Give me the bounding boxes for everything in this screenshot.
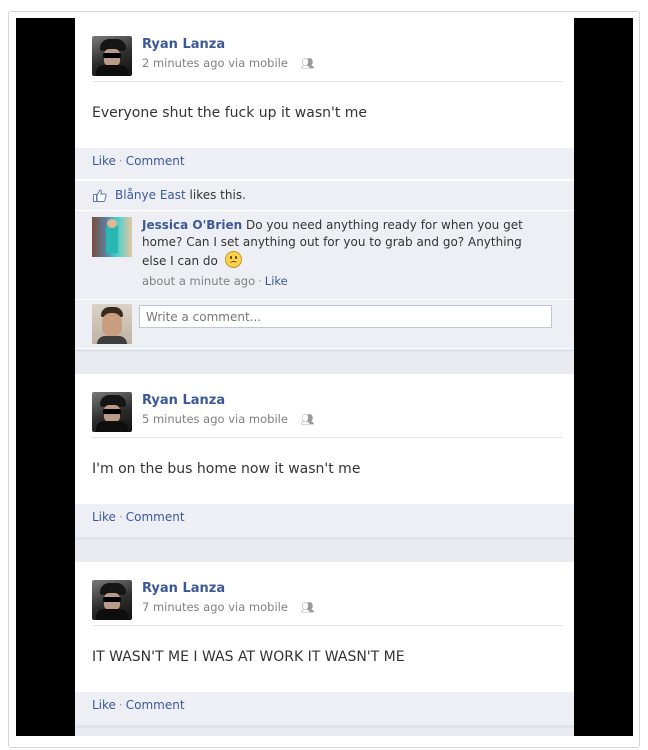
divider: [92, 625, 563, 626]
post-time-text[interactable]: 7 minutes ago via mobile: [142, 600, 288, 614]
post-message: IT WASN'T ME I WAS AT WORK IT WASN'T ME: [92, 649, 405, 665]
post-author[interactable]: Ryan Lanza: [142, 37, 225, 52]
post-actions: Like · Comment: [75, 692, 574, 725]
friends-icon: 👥︎: [300, 413, 315, 426]
post-timestamp: 5 minutes ago via mobile 👥︎: [142, 412, 315, 426]
post-author[interactable]: Ryan Lanza: [142, 581, 225, 596]
post-gap: [75, 728, 574, 736]
post-time-text[interactable]: 2 minutes ago via mobile: [142, 56, 288, 70]
likes-summary: Blånye East likes this.: [75, 180, 574, 210]
thumbs-up-icon: [93, 189, 107, 202]
comment-input[interactable]: Write a comment...: [139, 305, 552, 328]
comment-body: Jessica O'Brien Do you need anything rea…: [142, 217, 542, 270]
news-feed: Ryan Lanza 2 minutes ago via mobile 👥︎ E…: [75, 18, 574, 736]
like-link[interactable]: Like: [92, 698, 116, 712]
like-link[interactable]: Like: [92, 154, 116, 168]
write-comment-row: Write a comment...: [75, 299, 574, 348]
divider: [92, 81, 563, 82]
comment: Jessica O'Brien Do you need anything rea…: [75, 210, 574, 299]
post-author[interactable]: Ryan Lanza: [142, 393, 225, 408]
separator: ·: [118, 154, 123, 168]
comment-link[interactable]: Comment: [126, 698, 185, 712]
separator: ·: [118, 510, 123, 524]
post-time-text[interactable]: 5 minutes ago via mobile: [142, 412, 288, 426]
separator: ·: [258, 274, 262, 288]
left-black-border: [16, 18, 75, 736]
separator: ·: [118, 698, 123, 712]
post-timestamp: 7 minutes ago via mobile 👥︎: [142, 600, 315, 614]
comment-link[interactable]: Comment: [126, 510, 185, 524]
divider: [92, 437, 563, 438]
post-timestamp: 2 minutes ago via mobile 👥︎: [142, 56, 315, 70]
avatar[interactable]: [92, 580, 132, 620]
like-link[interactable]: Like: [92, 510, 116, 524]
post-actions: Like · Comment: [75, 148, 574, 179]
comment-link[interactable]: Comment: [126, 154, 185, 168]
post-message: I'm on the bus home now it wasn't me: [92, 461, 361, 477]
likes-suffix: likes this.: [185, 188, 246, 202]
post-gap: [75, 352, 574, 374]
comment-time[interactable]: about a minute ago: [142, 274, 255, 288]
friends-icon: 👥︎: [300, 601, 315, 614]
commenter-avatar[interactable]: [92, 217, 132, 257]
current-user-avatar: [92, 304, 132, 344]
post-gap: [75, 540, 574, 562]
comment-author[interactable]: Jessica O'Brien: [142, 218, 242, 232]
frown-icon: [224, 251, 242, 268]
avatar[interactable]: [92, 392, 132, 432]
comment-like-link[interactable]: Like: [265, 274, 288, 288]
avatar[interactable]: [92, 36, 132, 76]
post-actions: Like · Comment: [75, 504, 574, 537]
friends-icon: 👥︎: [300, 57, 315, 70]
comment-meta: about a minute ago · Like: [142, 274, 288, 288]
post-message: Everyone shut the fuck up it wasn't me: [92, 105, 368, 121]
liker-name[interactable]: Blånye East: [115, 188, 186, 202]
right-black-border: [574, 18, 633, 736]
likes-text: Blånye East likes this.: [115, 188, 246, 202]
